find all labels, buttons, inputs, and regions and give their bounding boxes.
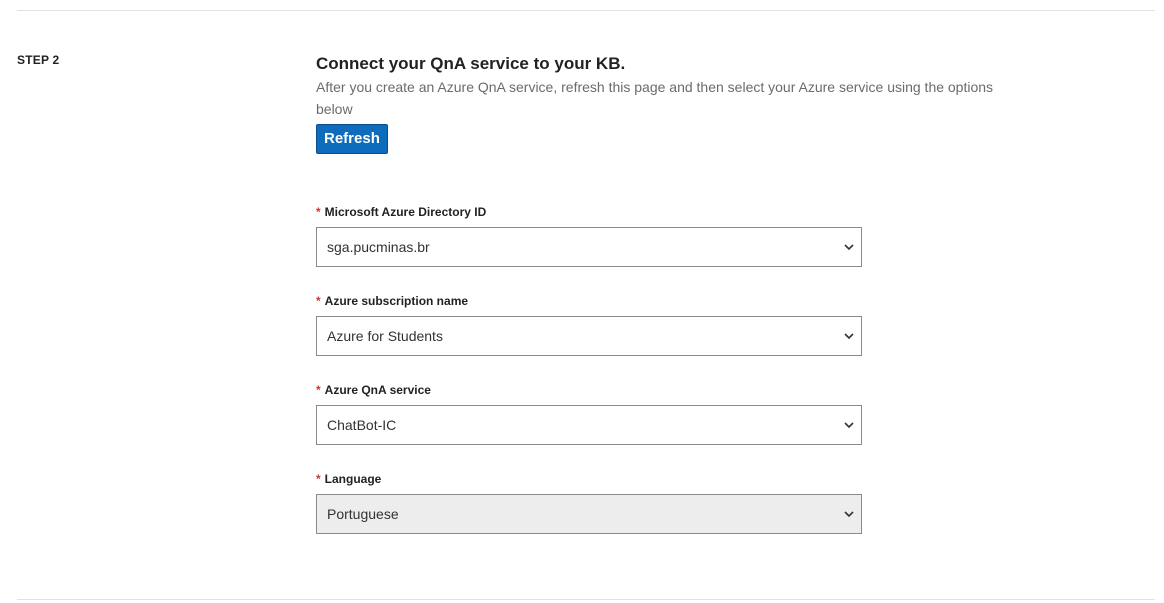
- refresh-button[interactable]: Refresh: [316, 124, 388, 154]
- subscription-field: * Azure subscription name Azure for Stude…: [316, 293, 862, 356]
- field-label-text: Azure subscription name: [324, 294, 469, 308]
- required-marker: *: [316, 472, 321, 486]
- section-description: After you create an Azure QnA service, r…: [316, 79, 994, 117]
- select-value: Azure for Students: [327, 328, 443, 344]
- chevron-down-icon: [844, 511, 854, 518]
- directory-id-field: * Microsoft Azure Directory ID sga.pucmin…: [316, 204, 862, 267]
- field-label-text: Language: [324, 472, 382, 486]
- field-label-text: Microsoft Azure Directory ID: [324, 205, 487, 219]
- language-select: Portuguese: [316, 494, 862, 534]
- field-label-text: Azure QnA service: [324, 383, 431, 397]
- directory-id-label: * Microsoft Azure Directory ID: [316, 204, 862, 220]
- required-marker: *: [316, 205, 321, 219]
- step-label: STEP 2: [17, 53, 60, 67]
- qna-service-field: * Azure QnA service ChatBot-IC: [316, 382, 862, 445]
- language-label: * Language: [316, 471, 862, 487]
- select-value: Portuguese: [327, 506, 399, 522]
- required-marker: *: [316, 383, 321, 397]
- chevron-down-icon: [844, 244, 854, 251]
- qna-service-label: * Azure QnA service: [316, 382, 862, 398]
- chevron-down-icon: [844, 333, 854, 340]
- select-value: sga.pucminas.br: [327, 239, 430, 255]
- select-value: ChatBot-IC: [327, 417, 397, 433]
- kb-setup-page: STEP 2 Connect your QnA service to your …: [0, 0, 1164, 603]
- directory-id-select[interactable]: sga.pucminas.br: [316, 227, 862, 267]
- qna-service-select[interactable]: ChatBot-IC: [316, 405, 862, 445]
- chevron-down-icon: [844, 422, 854, 429]
- section-title: Connect your QnA service to your KB.: [316, 54, 626, 73]
- step-content: Connect your QnA service to your KB. Aft…: [316, 53, 1036, 154]
- subscription-label: * Azure subscription name: [316, 293, 862, 309]
- language-field: * Language Portuguese: [316, 471, 862, 534]
- required-marker: *: [316, 294, 321, 308]
- subscription-select[interactable]: Azure for Students: [316, 316, 862, 356]
- top-divider: [17, 10, 1155, 11]
- bottom-divider: [17, 599, 1155, 600]
